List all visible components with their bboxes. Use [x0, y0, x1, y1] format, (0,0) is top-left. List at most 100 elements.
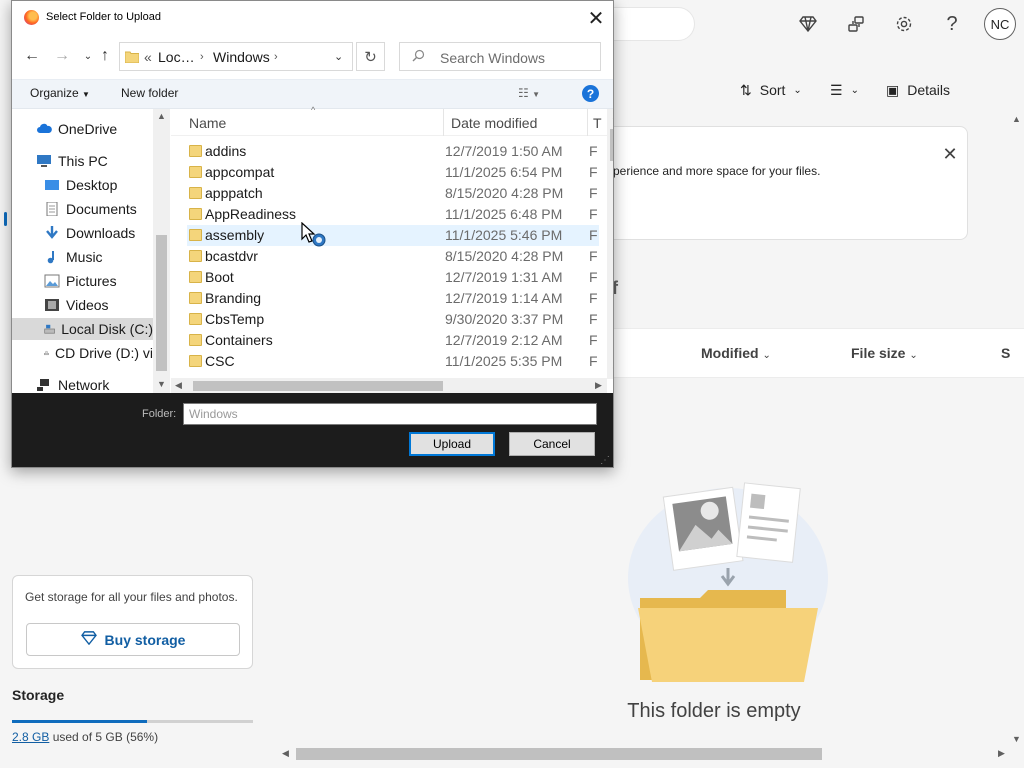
mouse-cursor-icon	[301, 222, 326, 247]
storage-usage-fill	[12, 720, 147, 723]
banner-close-icon[interactable]: ✕	[940, 144, 960, 164]
help-icon[interactable]: ?	[582, 85, 599, 102]
file-row[interactable]: assembly 11/1/2025 5:46 PM F	[187, 225, 599, 246]
folder-icon	[189, 187, 202, 199]
details-button[interactable]: ▣ Details	[886, 78, 950, 102]
scroll-thumb[interactable]	[193, 381, 443, 391]
nav-pane-scrollbar[interactable]: ▲ ▼	[153, 109, 170, 393]
resize-grip-icon[interactable]: ⋰	[600, 455, 613, 467]
nav-item-documents[interactable]: Documents	[44, 198, 137, 220]
navigation-pane: OneDrive This PC Desktop Documents Downl…	[12, 109, 170, 393]
scroll-left-arrow-icon[interactable]: ◀	[282, 748, 289, 759]
page-horizontal-scrollbar[interactable]: ◀ ▶	[282, 746, 1010, 762]
file-row[interactable]: Containers 12/7/2019 2:12 AM F	[187, 330, 599, 351]
column-modified[interactable]: Modified ⌄	[701, 345, 771, 361]
nav-item-videos[interactable]: Videos	[44, 294, 109, 316]
new-folder-button[interactable]: New folder	[121, 86, 178, 100]
file-row[interactable]: bcastdvr 8/15/2020 4:28 PM F	[187, 246, 599, 267]
storage-promo-text: Get storage for all your files and photo…	[25, 590, 238, 604]
file-row[interactable]: apppatch 8/15/2020 4:28 PM F	[187, 183, 599, 204]
page-vertical-scrollbar[interactable]: ▲ ▼	[1008, 114, 1024, 754]
dialog-close-icon[interactable]: ✕	[584, 6, 608, 30]
address-segment-local[interactable]: Loc…	[158, 49, 195, 65]
breadcrumb-chevron-icon: ›	[274, 51, 278, 63]
scroll-up-arrow-icon[interactable]: ▲	[157, 111, 166, 121]
scroll-left-arrow-icon[interactable]: ◀	[175, 380, 182, 391]
nav-item-onedrive[interactable]: OneDrive	[36, 118, 117, 140]
file-list-header: ^ Name Date modified T	[171, 105, 613, 136]
premium-diamond-icon[interactable]	[794, 10, 822, 38]
chevron-down-icon: ⌄	[793, 84, 802, 96]
column-type[interactable]: T	[593, 115, 602, 131]
column-separator[interactable]	[443, 109, 444, 136]
nav-item-this-pc[interactable]: This PC	[36, 150, 108, 172]
upload-button[interactable]: Upload	[409, 432, 495, 456]
file-row[interactable]: AppReadiness 11/1/2025 6:48 PM F	[187, 204, 599, 225]
nav-item-pictures[interactable]: Pictures	[44, 270, 117, 292]
search-placeholder: Search Windows	[440, 50, 546, 66]
firefox-logo-icon	[24, 10, 39, 25]
scroll-up-arrow-icon[interactable]: ▲	[1012, 114, 1021, 124]
downloads-icon	[46, 226, 58, 239]
search-windows-input[interactable]: Search Windows	[399, 42, 601, 71]
cancel-button[interactable]: Cancel	[509, 432, 595, 456]
scroll-right-arrow-icon[interactable]: ▶	[998, 748, 1005, 759]
storage-used-link[interactable]: 2.8 GB	[12, 730, 49, 744]
file-row[interactable]: Branding 12/7/2019 1:14 AM F	[187, 288, 599, 309]
nav-item-music[interactable]: Music	[44, 246, 103, 268]
pictures-icon	[44, 274, 60, 288]
buy-storage-button[interactable]: Buy storage	[26, 623, 240, 656]
scroll-down-arrow-icon[interactable]: ▼	[157, 379, 166, 389]
folder-icon	[189, 145, 202, 157]
folder-icon	[189, 166, 202, 178]
list-view-icon: ☰	[830, 81, 843, 98]
organize-menu-button[interactable]: Organize ▼	[30, 86, 90, 100]
account-avatar[interactable]: NC	[984, 8, 1016, 40]
storage-usage-bar	[12, 720, 253, 723]
disk-icon	[44, 324, 55, 334]
forward-arrow-icon[interactable]: →	[52, 46, 72, 66]
scroll-down-arrow-icon[interactable]: ▼	[1012, 734, 1021, 744]
file-list-horizontal-scrollbar[interactable]: ◀ ▶	[171, 378, 607, 393]
address-bar[interactable]: « Loc… › Windows › ⌄	[119, 42, 353, 71]
column-separator[interactable]	[587, 109, 588, 136]
scroll-up-arrow-icon[interactable]: ▲	[611, 111, 613, 121]
view-options-button[interactable]: ☰ ⌄	[830, 78, 859, 102]
column-name[interactable]: Name	[189, 115, 226, 131]
nav-item-local-disk[interactable]: Local Disk (C:)	[12, 318, 153, 340]
address-dropdown-chevron-icon[interactable]: ⌄	[334, 50, 343, 63]
folder-name-input[interactable]: Windows	[183, 403, 597, 425]
up-arrow-icon[interactable]: ↑	[95, 46, 115, 66]
help-question-icon[interactable]: ?	[938, 10, 966, 38]
nav-item-cd-drive[interactable]: CD Drive (D:) vi	[44, 342, 153, 364]
refresh-icon[interactable]: ↻	[356, 42, 385, 71]
folder-label: Folder:	[142, 408, 177, 420]
view-mode-icon[interactable]: ☷ ▼	[518, 86, 540, 100]
nav-item-downloads[interactable]: Downloads	[44, 222, 135, 244]
nav-item-desktop[interactable]: Desktop	[44, 174, 117, 196]
cd-icon	[44, 350, 49, 356]
scroll-thumb[interactable]	[296, 748, 822, 760]
folder-icon	[189, 229, 202, 241]
settings-gear-icon[interactable]	[890, 10, 918, 38]
folder-icon	[189, 208, 202, 220]
address-segment-windows[interactable]: Windows	[213, 49, 270, 65]
scroll-thumb[interactable]	[156, 235, 167, 371]
details-label: Details	[907, 82, 951, 98]
file-row[interactable]: CSC 11/1/2025 5:35 PM F	[187, 351, 599, 372]
file-list-vertical-scrollbar[interactable]: ▲ ▼	[607, 109, 613, 379]
scroll-thumb[interactable]	[610, 129, 613, 161]
scroll-right-arrow-icon[interactable]: ▶	[595, 380, 602, 391]
dialog-titlebar[interactable]: Select Folder to Upload ✕	[12, 1, 613, 35]
back-arrow-icon[interactable]: ←	[22, 46, 42, 66]
file-row[interactable]: appcompat 11/1/2025 6:54 PM F	[187, 162, 599, 183]
file-row[interactable]: addins 12/7/2019 1:50 AM F	[187, 141, 599, 162]
sort-button[interactable]: ⇅ Sort ⌄	[740, 78, 802, 102]
share-people-icon[interactable]	[842, 10, 870, 38]
column-date-modified[interactable]: Date modified	[451, 115, 537, 131]
scroll-down-arrow-icon[interactable]: ▼	[611, 365, 613, 375]
file-row[interactable]: CbsTemp 9/30/2020 3:37 PM F	[187, 309, 599, 330]
buy-storage-label: Buy storage	[104, 631, 186, 648]
file-row[interactable]: Boot 12/7/2019 1:31 AM F	[187, 267, 599, 288]
column-file-size[interactable]: File size ⌄	[851, 345, 918, 361]
